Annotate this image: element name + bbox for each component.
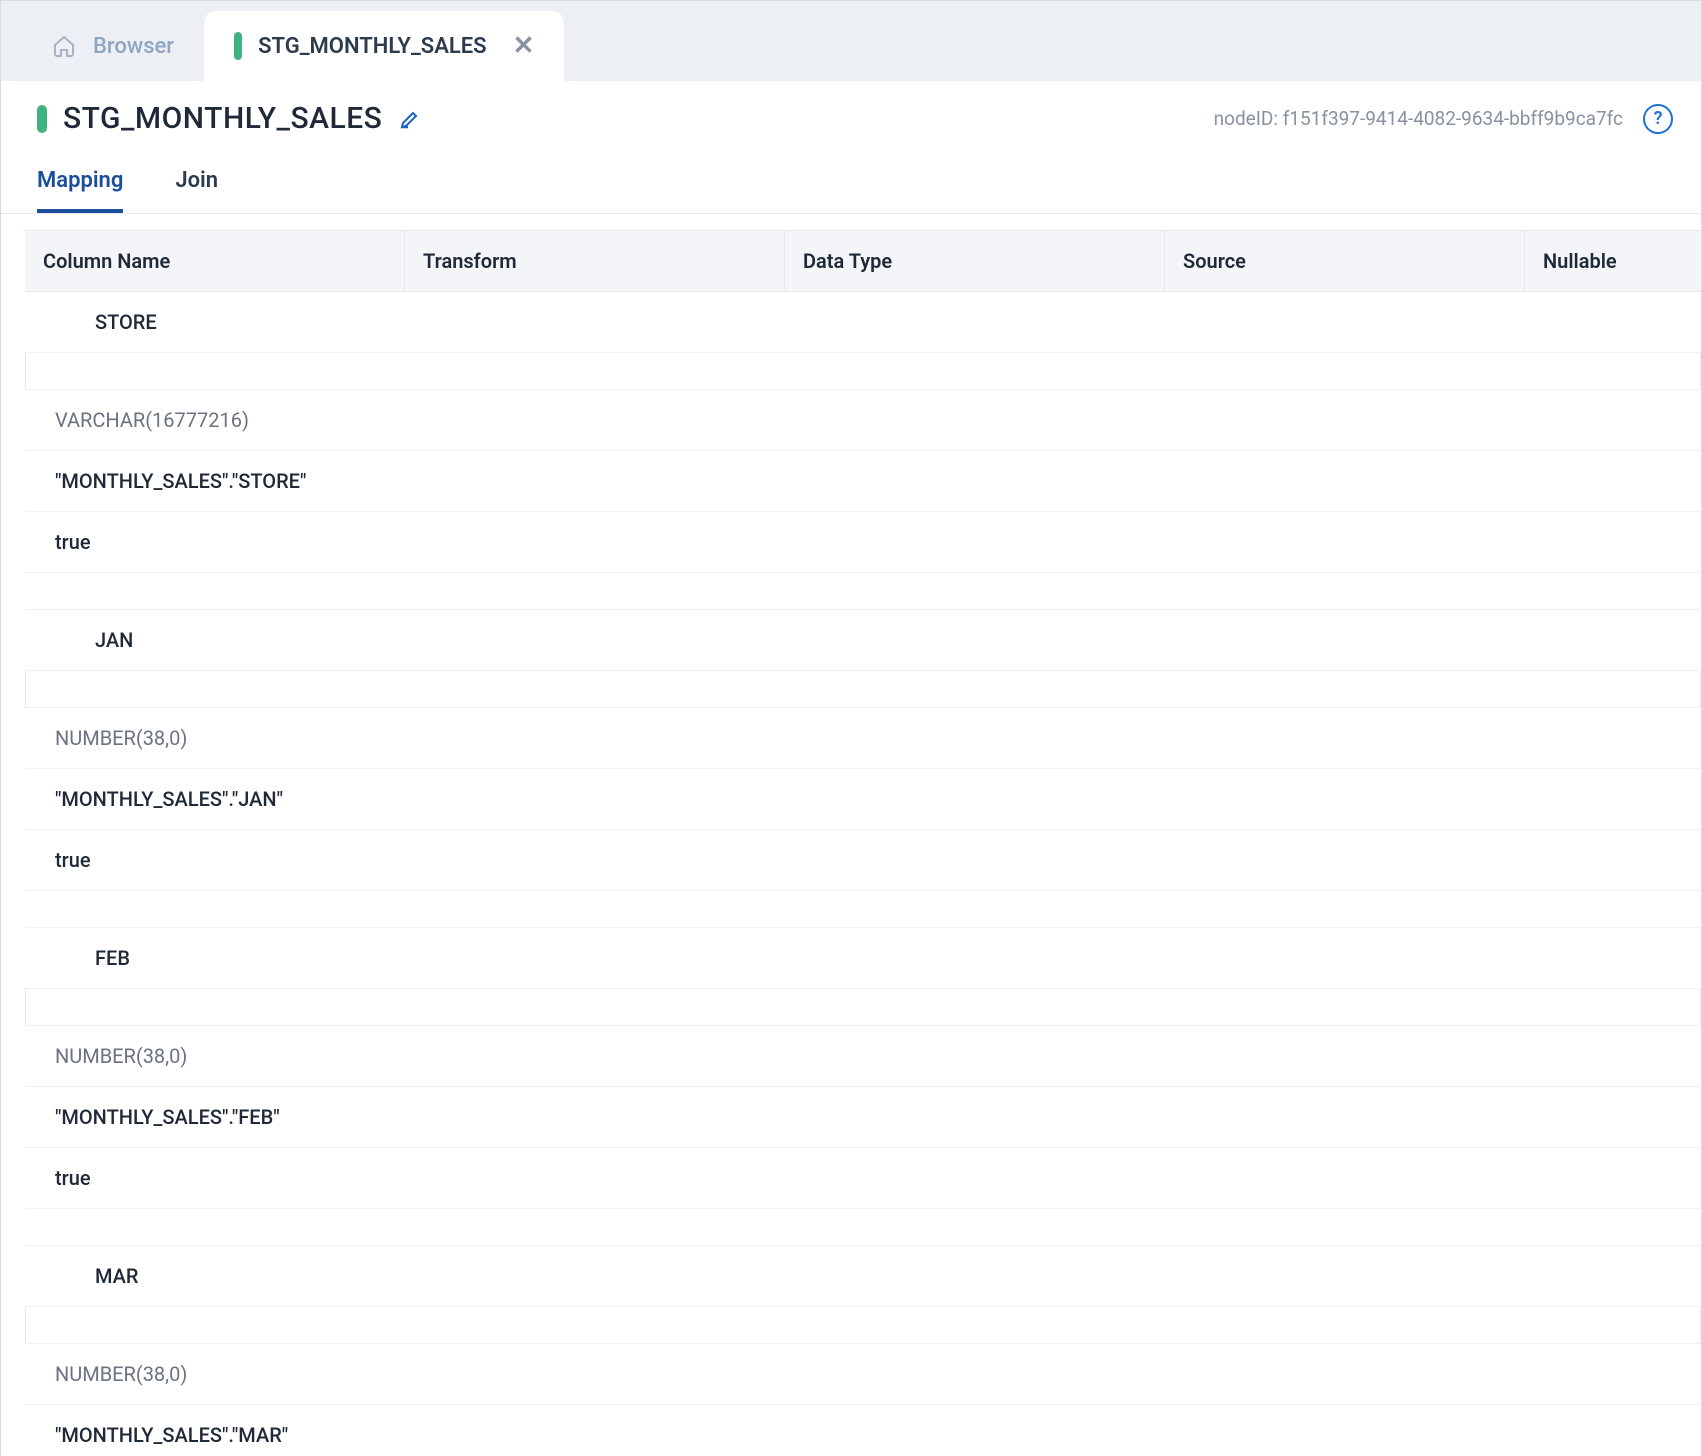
col-header-data-type[interactable]: Data Type (785, 231, 1165, 291)
cell-source[interactable]: "MONTHLY_SALES"."STORE" (25, 451, 1701, 512)
cell-transform[interactable] (25, 671, 1701, 708)
cell-data-type[interactable]: VARCHAR(16777216) (25, 390, 1701, 451)
home-icon (51, 34, 77, 58)
cell-data-type[interactable]: NUMBER(38,0) (25, 1026, 1701, 1087)
sub-tab-join[interactable]: Join (175, 160, 218, 213)
tab-bar: Browser STG_MONTHLY_SALES ✕ (1, 1, 1701, 81)
title-accent-bar (37, 105, 47, 133)
col-header-nullable[interactable]: Nullable (1525, 231, 1701, 291)
cell-source[interactable]: "MONTHLY_SALES"."MAR" (25, 1405, 1701, 1456)
edit-icon[interactable] (398, 107, 422, 131)
tab-accent-bar (234, 32, 242, 60)
close-icon[interactable]: ✕ (513, 31, 535, 61)
cell-column-name[interactable]: STORE (25, 292, 1701, 353)
col-header-column-name[interactable]: Column Name (25, 231, 405, 291)
help-icon[interactable]: ? (1643, 104, 1673, 134)
cell-nullable[interactable]: true (25, 512, 1701, 573)
cell-column-name[interactable]: FEB (25, 928, 1701, 989)
table-header: Column Name Transform Data Type Source N… (25, 230, 1701, 292)
cell-nullable[interactable]: true (25, 1148, 1701, 1209)
tab-browser[interactable]: Browser (21, 11, 204, 81)
sub-tab-mapping[interactable]: Mapping (37, 160, 123, 213)
col-header-source[interactable]: Source (1165, 231, 1525, 291)
tab-active-label: STG_MONTHLY_SALES (258, 34, 487, 59)
cell-source[interactable]: "MONTHLY_SALES"."JAN" (25, 769, 1701, 830)
cell-column-name[interactable]: JAN (25, 610, 1701, 671)
cell-nullable[interactable]: true (25, 830, 1701, 891)
cell-transform[interactable] (25, 1307, 1701, 1344)
cell-transform[interactable] (25, 989, 1701, 1026)
cell-des[interactable] (25, 1209, 1701, 1246)
cell-data-type[interactable]: NUMBER(38,0) (25, 1344, 1701, 1405)
table-wrap: Column Name Transform Data Type Source N… (1, 214, 1701, 1456)
cell-transform[interactable] (25, 353, 1701, 390)
tab-active[interactable]: STG_MONTHLY_SALES ✕ (204, 11, 564, 81)
cell-des[interactable] (25, 573, 1701, 610)
node-id: nodeID: f151f397-9414-4082-9634-bbff9b9c… (1214, 107, 1623, 130)
col-header-transform[interactable]: Transform (405, 231, 785, 291)
tab-browser-label: Browser (93, 34, 174, 59)
sub-tabs: Mapping Join (1, 144, 1701, 214)
cell-column-name[interactable]: MAR (25, 1246, 1701, 1307)
page-title: STG_MONTHLY_SALES (63, 101, 382, 136)
cell-source[interactable]: "MONTHLY_SALES"."FEB" (25, 1087, 1701, 1148)
header-row: STG_MONTHLY_SALES nodeID: f151f397-9414-… (1, 81, 1701, 144)
cell-des[interactable] (25, 891, 1701, 928)
cell-data-type[interactable]: NUMBER(38,0) (25, 708, 1701, 769)
